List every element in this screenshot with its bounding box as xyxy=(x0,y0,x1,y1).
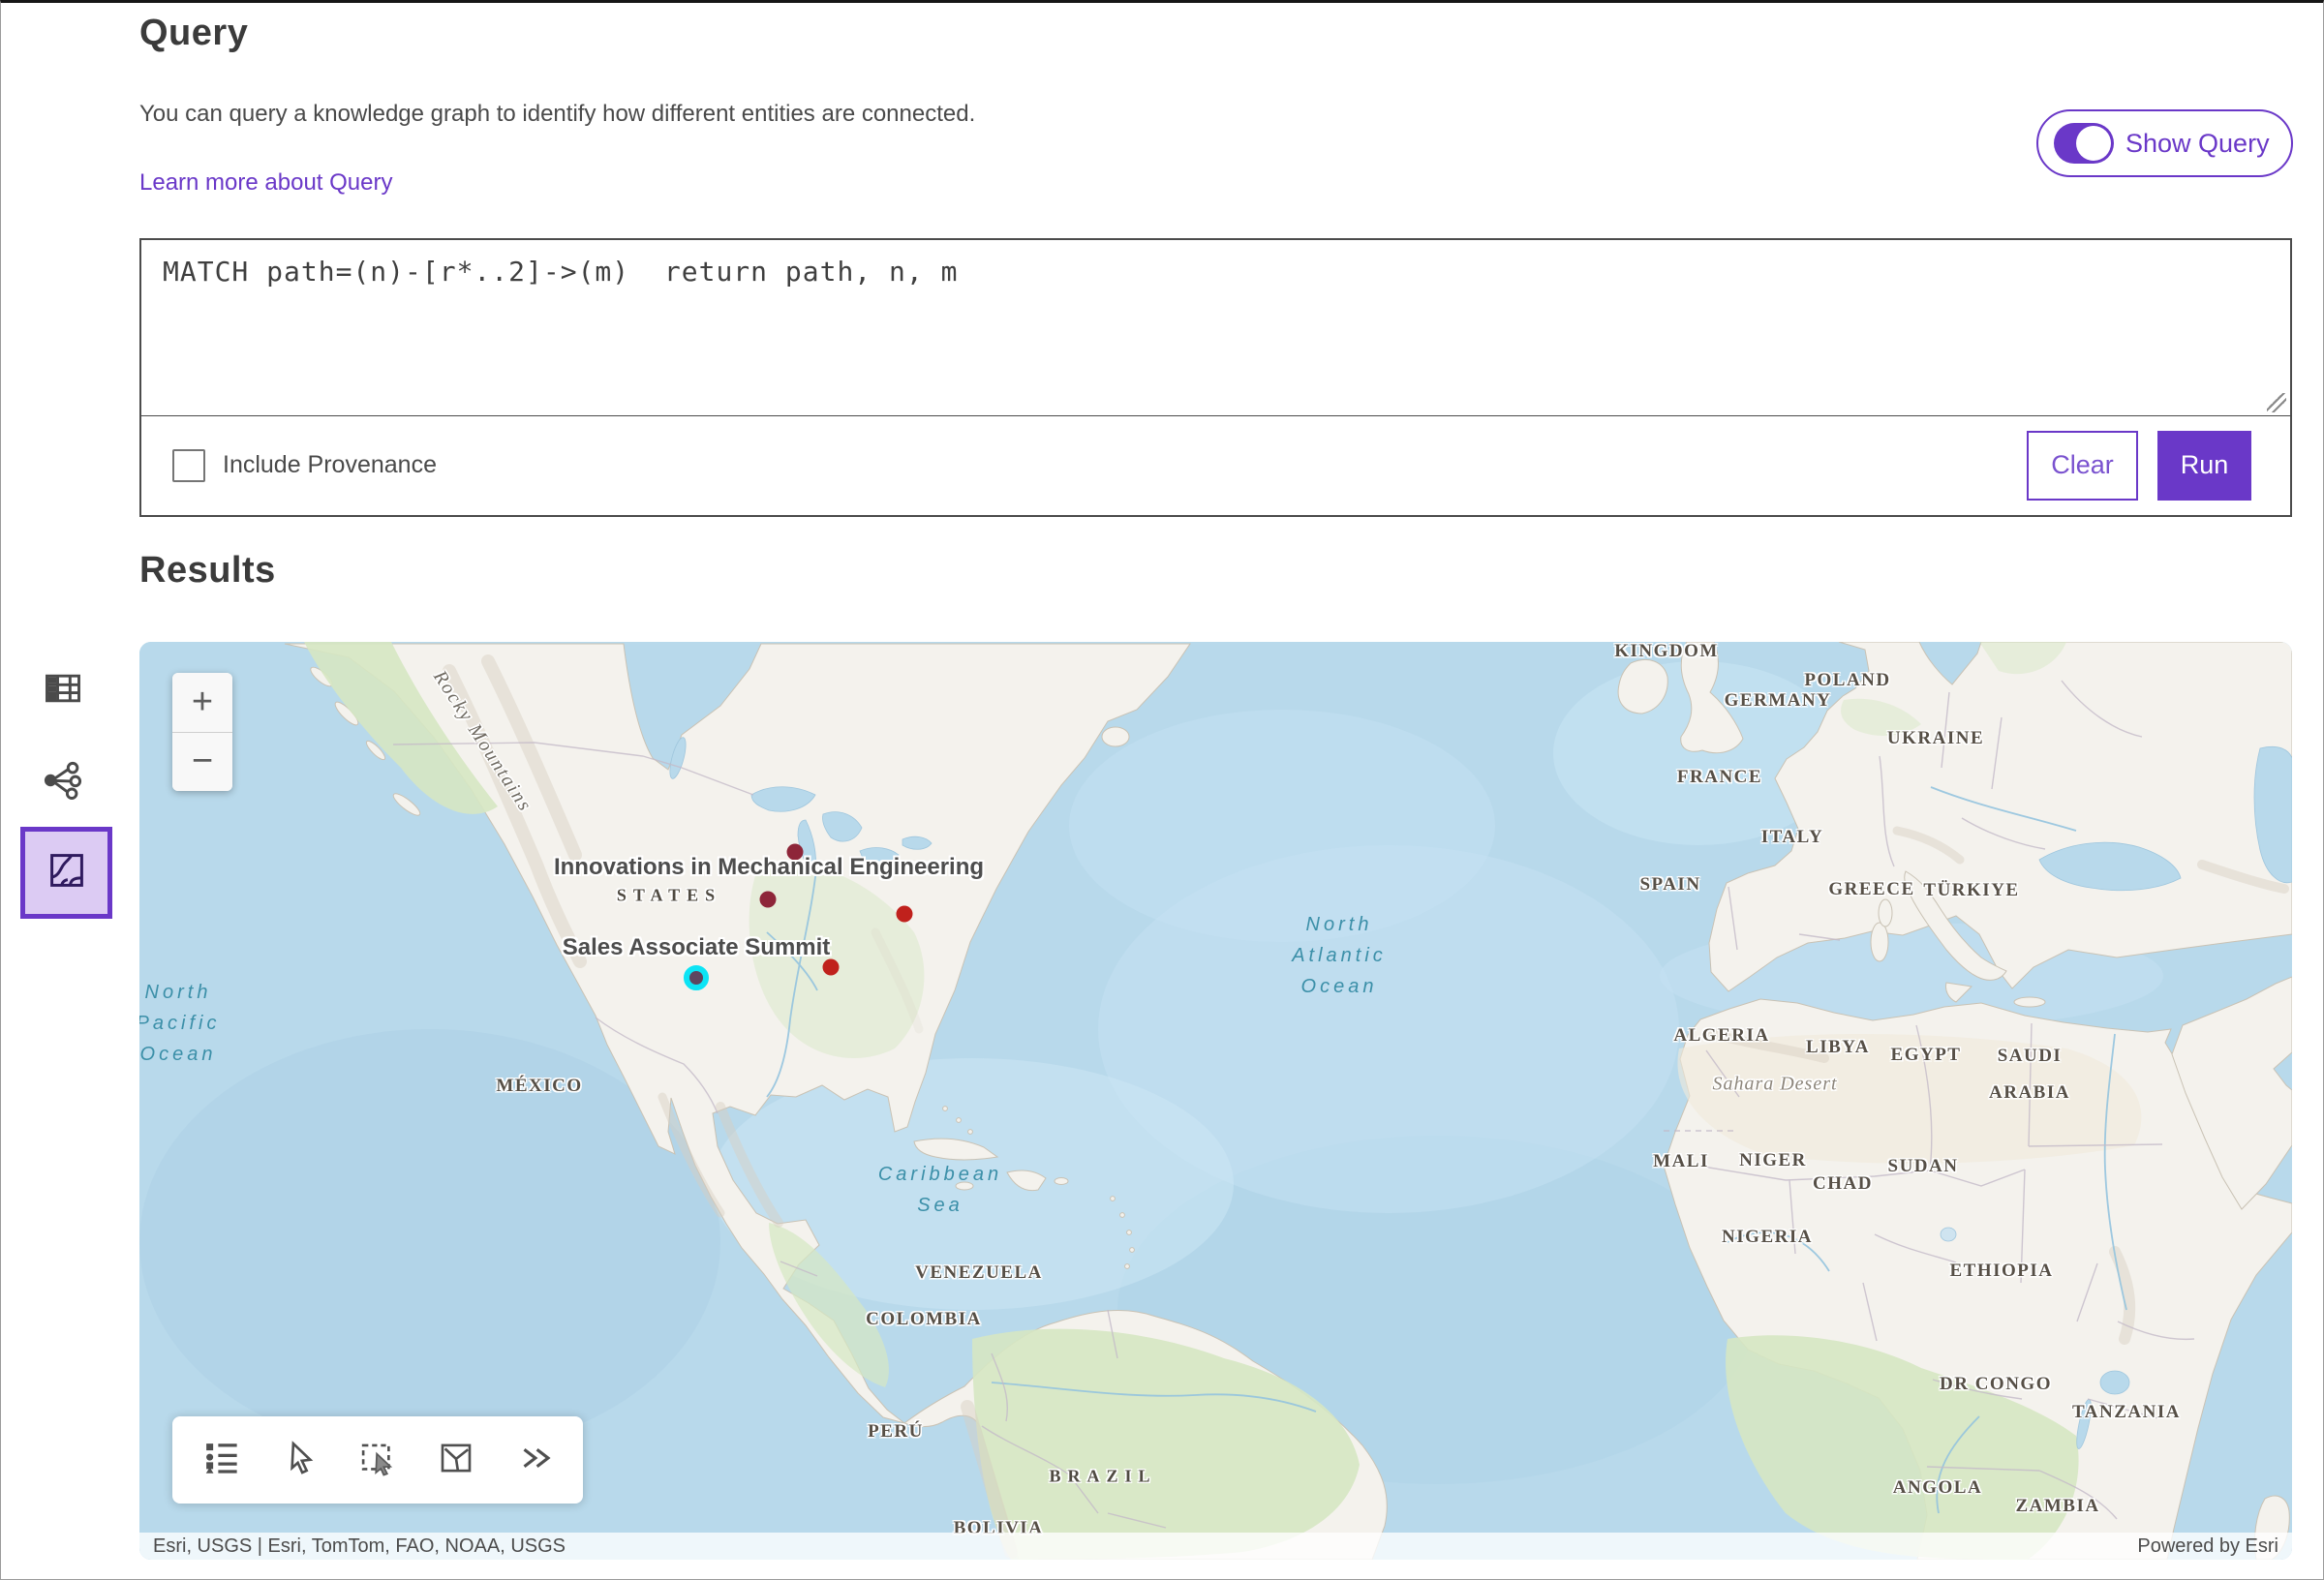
table-view-icon xyxy=(42,667,84,714)
basemap-label: FRANCE xyxy=(1677,767,1762,788)
results-map[interactable]: + − KINGDOM POLANDGERMANY UKRAINE FRANCE ITA… xyxy=(139,642,2292,1560)
basemap-label: DR CONGO xyxy=(1940,1374,2052,1395)
basemap-label: Sahara Desert xyxy=(1712,1074,1837,1096)
powered-by-esri: Powered by Esri xyxy=(2137,1535,2278,1558)
show-query-label: Show Query xyxy=(2125,129,2270,159)
legend-icon xyxy=(200,1438,241,1483)
result-entity-label: Innovations in Mechanical Engineering xyxy=(554,854,984,881)
attribution-sources: Esri, USGS | Esri, TomTom, FAO, NOAA, US… xyxy=(153,1535,566,1558)
map-toolbar xyxy=(172,1416,583,1504)
ocean-label: NorthAtlanticOcean xyxy=(1292,909,1387,1002)
basemap-label: STATES xyxy=(617,886,721,906)
basemap-label: POLAND xyxy=(1804,670,1890,691)
basemap-label: COLOMBIA xyxy=(866,1309,982,1330)
run-button[interactable]: Run xyxy=(2157,431,2251,501)
basemap-label: GERMANY xyxy=(1725,690,1832,712)
basemap-label: GREECE xyxy=(1828,879,1914,900)
result-marker[interactable] xyxy=(823,959,840,976)
basemap-label: PERÚ xyxy=(868,1421,924,1443)
basemap-label: SUDAN xyxy=(1888,1156,1959,1177)
basemap-label: VENEZUELA xyxy=(915,1262,1043,1284)
include-provenance-label: Include Provenance xyxy=(223,451,437,479)
include-provenance-checkbox[interactable] xyxy=(172,449,205,482)
zoom-in-button[interactable]: + xyxy=(172,673,232,733)
resize-handle-icon[interactable] xyxy=(2267,393,2286,412)
clear-button[interactable]: Clear xyxy=(2027,431,2138,501)
basemap-label: SAUDI xyxy=(1998,1046,2063,1067)
basemap-label: MÉXICO xyxy=(496,1076,582,1097)
results-title: Results xyxy=(139,550,276,592)
basemap-label: LIBYA xyxy=(1806,1037,1870,1058)
query-footer: Include Provenance Clear Run xyxy=(141,416,2290,514)
show-query-toggle[interactable]: Show Query xyxy=(2036,109,2293,177)
select-by-polygon-tool[interactable] xyxy=(427,1431,485,1489)
map-attribution: Esri, USGS | Esri, TomTom, FAO, NOAA, US… xyxy=(139,1533,2292,1560)
expand-toolbar-icon xyxy=(514,1438,555,1483)
query-title: Query xyxy=(139,13,248,54)
basemap-label: MALI xyxy=(1653,1151,1709,1172)
map-zoom-control: + − xyxy=(172,673,232,791)
expand-toolbar-tool[interactable] xyxy=(505,1431,564,1489)
basemap-label: EGYPT xyxy=(1891,1045,1962,1066)
basemap-label: TÜRKIYE xyxy=(1923,880,2019,901)
basemap-label: KINGDOM xyxy=(1614,642,1719,662)
basemap-label: NIGERIA xyxy=(1722,1227,1813,1248)
ocean-label: NorthPacificOcean xyxy=(139,977,220,1070)
basemap-label: ARABIA xyxy=(1989,1082,2070,1104)
basemap-label: ZAMBIA xyxy=(2015,1496,2099,1517)
basemap-label: ANGOLA xyxy=(1893,1477,1982,1499)
basemap-label: CHAD xyxy=(1813,1173,1873,1195)
ocean-label: CaribbeanSea xyxy=(878,1159,1002,1221)
zoom-out-button[interactable]: − xyxy=(172,733,232,792)
legend-tool[interactable] xyxy=(192,1431,250,1489)
basemap-label: ITALY xyxy=(1761,827,1824,848)
toggle-on-icon[interactable] xyxy=(2054,123,2114,164)
view-rail-table-view[interactable] xyxy=(32,659,94,721)
view-rail-link-chart-view[interactable] xyxy=(32,751,94,813)
select-by-rectangle-icon xyxy=(357,1438,398,1483)
select-by-polygon-icon xyxy=(436,1438,476,1483)
result-entity-label: Sales Associate Summit xyxy=(563,934,831,961)
basemap-label: ALGERIA xyxy=(1673,1025,1769,1047)
learn-more-link[interactable]: Learn more about Query xyxy=(139,169,392,197)
pointer-icon xyxy=(279,1438,320,1483)
select-by-rectangle-tool[interactable] xyxy=(349,1431,407,1489)
result-marker[interactable] xyxy=(760,892,777,908)
query-form: MATCH path=(n)-[r*..2]->(m) return path,… xyxy=(139,238,2292,517)
basemap-label: NIGER xyxy=(1739,1150,1807,1171)
basemap-label: BRAZIL xyxy=(1049,1467,1156,1487)
result-marker-selected[interactable] xyxy=(684,965,709,990)
view-rail-map-view-selected[interactable] xyxy=(20,827,112,919)
basemap-label: ETHIOPIA xyxy=(1949,1261,2053,1282)
query-input[interactable]: MATCH path=(n)-[r*..2]->(m) return path,… xyxy=(141,240,2290,416)
basemap-label: SPAIN xyxy=(1639,874,1700,896)
pointer-tool[interactable] xyxy=(270,1431,328,1489)
map-view-icon xyxy=(46,850,87,896)
query-page: Query You can query a knowledge graph to… xyxy=(0,0,2324,1580)
query-description: You can query a knowledge graph to ident… xyxy=(139,101,975,128)
basemap-label: TANZANIA xyxy=(2072,1402,2181,1423)
result-marker[interactable] xyxy=(897,906,913,923)
link-chart-view-icon xyxy=(42,759,84,806)
basemap-label: UKRAINE xyxy=(1887,728,1984,749)
